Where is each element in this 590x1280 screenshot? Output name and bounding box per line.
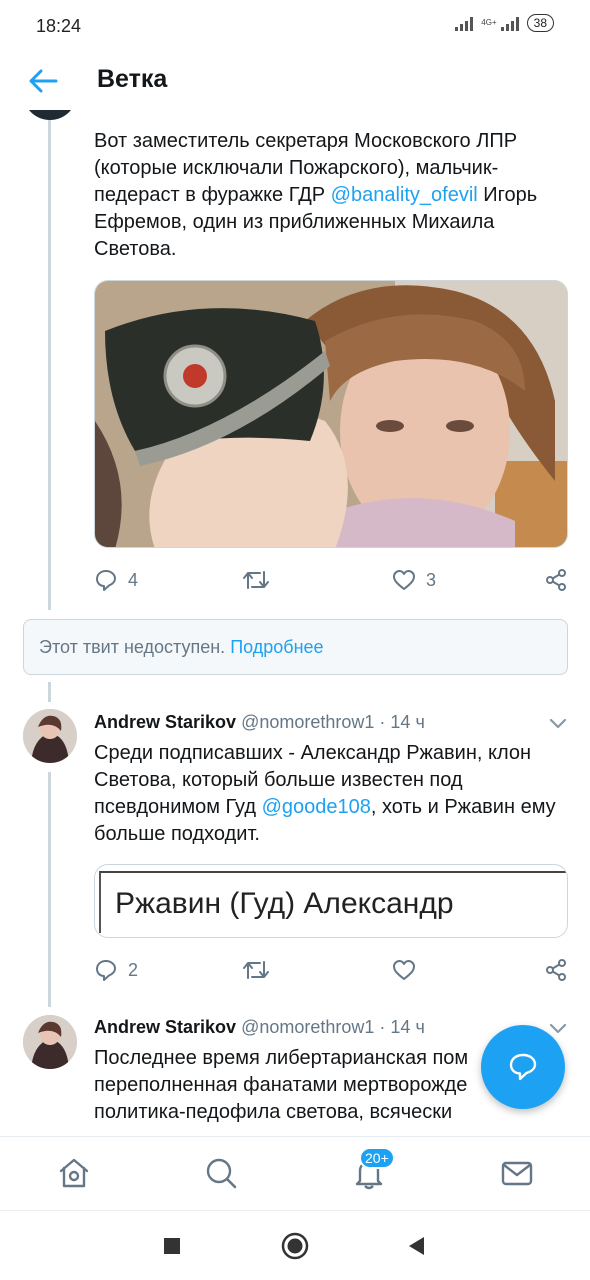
network-type: 4G+	[481, 18, 497, 27]
thread-line	[48, 110, 51, 610]
reply-button[interactable]: 2	[94, 958, 138, 982]
like-button[interactable]	[392, 958, 426, 982]
back-arrow-icon[interactable]	[26, 66, 60, 96]
unavailable-tweet-notice: Этот твит недоступен. Подробнее	[23, 619, 568, 675]
status-bar: 18:24 4G+ 38	[0, 0, 590, 56]
retweet-button[interactable]	[242, 958, 270, 982]
status-indicators: 4G+ 38	[455, 14, 554, 32]
chevron-down-icon[interactable]	[548, 1022, 568, 1036]
thread-line	[48, 772, 51, 1007]
app-header: Ветка	[0, 56, 590, 110]
system-navigation-bar	[0, 1210, 590, 1280]
avatar[interactable]	[23, 110, 77, 120]
battery-level: 38	[526, 14, 554, 32]
tweet-image-card[interactable]: Ржавин (Гуд) Александр	[94, 864, 568, 938]
avatar[interactable]	[23, 1015, 77, 1069]
home-icon[interactable]	[56, 1155, 92, 1191]
reply-icon	[96, 960, 116, 981]
mention-link[interactable]: @goode108	[262, 796, 371, 818]
search-icon[interactable]	[203, 1155, 239, 1191]
like-count: 3	[426, 569, 437, 590]
back-triangle-icon[interactable]	[406, 1235, 426, 1257]
reply-count: 2	[128, 959, 139, 980]
mail-icon[interactable]	[499, 1155, 535, 1191]
reply-count: 4	[128, 569, 139, 590]
tweet-meta: Andrew Starikov @nomorethrow1 · 14 ч	[94, 1017, 425, 1038]
retweet-icon	[243, 961, 269, 979]
avatar[interactable]	[23, 709, 77, 763]
share-button[interactable]	[544, 958, 568, 982]
tweet-actions: 4 3	[94, 568, 568, 598]
photo-image	[95, 281, 567, 547]
share-icon	[546, 569, 566, 591]
tweet-text: Вот заместитель секретаря Московского ЛП…	[94, 128, 574, 263]
tweet-meta: Andrew Starikov @nomorethrow1 · 14 ч	[94, 712, 425, 733]
unavailable-text: Этот твит недоступен.	[39, 637, 226, 657]
reply-button[interactable]: 4	[94, 568, 138, 592]
share-icon	[546, 959, 566, 981]
compose-button[interactable]	[481, 1025, 565, 1109]
learn-more-link[interactable]: Подробнее	[230, 637, 323, 657]
page-title: Ветка	[97, 65, 168, 93]
tweet-text: Последнее время либертарианская пом пере…	[94, 1047, 469, 1123]
card-text: Ржавин (Гуд) Александр	[99, 871, 567, 933]
tweet-time: · 14 ч	[379, 1017, 425, 1037]
avatar-image	[23, 709, 77, 763]
signal-icon-2	[500, 15, 519, 31]
bottom-navigation: 20+	[0, 1136, 590, 1210]
thread-content[interactable]: Вот заместитель секретаря Московского ЛП…	[0, 110, 590, 1136]
tweet-photo[interactable]	[94, 280, 568, 548]
heart-icon	[393, 960, 415, 980]
thread-line	[48, 682, 51, 702]
mention-link[interactable]: @banality_ofevil	[331, 184, 478, 206]
author-name[interactable]: Andrew Starikov	[94, 1017, 236, 1037]
notifications-badge: 20+	[359, 1147, 395, 1169]
author-handle[interactable]: @nomorethrow1	[241, 1017, 374, 1037]
share-button[interactable]	[544, 568, 568, 592]
avatar-image	[23, 1015, 77, 1069]
retweet-icon	[243, 571, 269, 589]
chevron-down-icon[interactable]	[548, 717, 568, 731]
retweet-button[interactable]	[242, 568, 270, 592]
tweet-time: · 14 ч	[379, 712, 425, 732]
author-name[interactable]: Andrew Starikov	[94, 712, 236, 732]
tweet-text: Среди подписавших - Александр Ржавин, кл…	[94, 740, 574, 848]
clock: 18:24	[36, 16, 82, 36]
reply-icon	[96, 570, 116, 591]
author-handle[interactable]: @nomorethrow1	[241, 712, 374, 732]
heart-icon	[393, 570, 415, 590]
chat-bubble-icon	[509, 1053, 537, 1081]
tweet-actions: 2	[94, 958, 568, 988]
home-circle-icon[interactable]	[281, 1232, 309, 1260]
like-button[interactable]: 3	[392, 568, 436, 592]
signal-icon	[455, 15, 474, 31]
recents-icon[interactable]	[163, 1237, 181, 1255]
